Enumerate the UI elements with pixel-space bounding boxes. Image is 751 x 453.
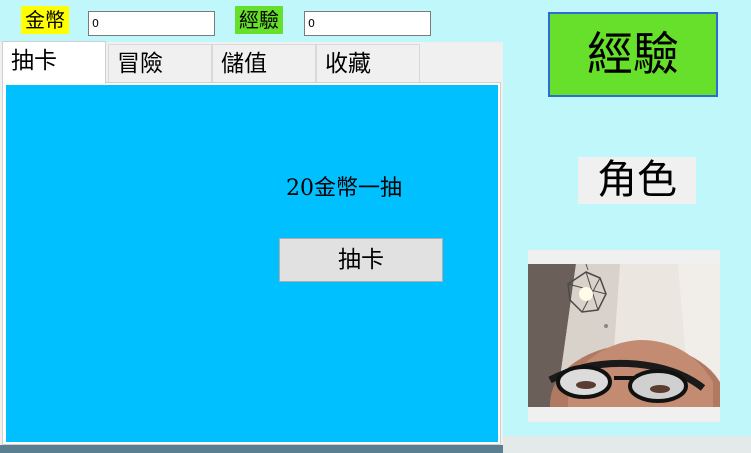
exp-label: 經驗: [235, 6, 283, 34]
exp-field[interactable]: 0: [304, 11, 431, 36]
coins-field[interactable]: 0: [88, 11, 215, 36]
tab-collection[interactable]: 收藏: [316, 44, 420, 82]
status-strip: [503, 436, 751, 453]
exp-display: 經驗: [548, 12, 718, 97]
tab-adventure[interactable]: 冒險: [108, 44, 212, 82]
role-label: 角色: [578, 157, 696, 204]
coins-label: 金幣: [21, 6, 69, 34]
desktop-strip: [0, 445, 503, 453]
tab-topup[interactable]: 儲值: [212, 44, 316, 82]
tab-draw[interactable]: 抽卡: [2, 41, 106, 84]
draw-card-button[interactable]: 抽卡: [279, 238, 443, 282]
character-photo-icon: [528, 264, 720, 407]
price-text: 20金幣一抽: [286, 176, 402, 201]
